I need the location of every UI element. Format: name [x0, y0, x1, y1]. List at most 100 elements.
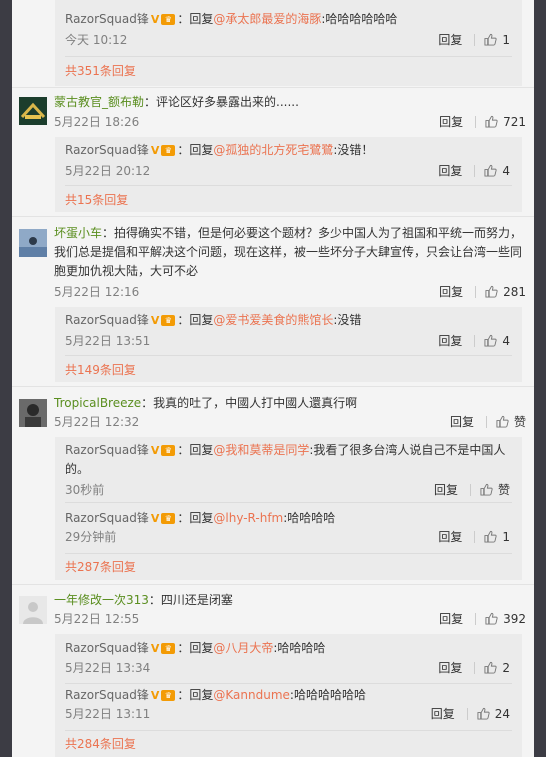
comment-meta: 5月22日 18:26 回复 721	[54, 113, 526, 131]
like-count: 1	[502, 32, 510, 47]
reply-button[interactable]: 回复	[439, 113, 463, 130]
member-badge-icon: ♛	[161, 315, 176, 326]
like-count: 721	[503, 114, 526, 129]
divider	[65, 56, 512, 57]
timestamp: 5月22日 13:11	[65, 707, 151, 721]
like-button[interactable]: 1	[484, 530, 510, 544]
like-button[interactable]: 721	[485, 115, 526, 129]
comment-username[interactable]: TropicalBreeze	[54, 396, 141, 410]
verified-badge-icon: V	[150, 689, 160, 702]
like-count: 2	[502, 660, 510, 675]
like-button[interactable]: 24	[477, 707, 510, 721]
reply-username[interactable]: RazorSquad锋	[65, 641, 149, 655]
like-count: 1	[502, 529, 510, 544]
comment-text: TropicalBreeze：我真的吐了，中國人打中國人還真行啊	[54, 396, 358, 410]
more-replies-link[interactable]: 共149条回复	[65, 361, 136, 378]
timestamp: 今天 10:12	[65, 33, 128, 47]
timestamp: 5月22日 12:55	[54, 612, 140, 626]
like-button[interactable]: 392	[485, 612, 526, 626]
mention-link[interactable]: @lhy-R-hfm	[213, 511, 283, 525]
comment-username[interactable]: 蒙古教官_额布勒	[54, 95, 144, 109]
reply-username[interactable]: RazorSquad锋	[65, 313, 149, 327]
comment-text: 蒙古教官_额布勒：评论区好多暴露出来的......	[54, 95, 299, 109]
reply-username[interactable]: RazorSquad锋	[65, 443, 149, 457]
more-replies-link[interactable]: 共15条回复	[65, 191, 128, 208]
comment-username[interactable]: 坏蛋小车	[54, 226, 102, 240]
like-button[interactable]: 2	[484, 661, 510, 675]
divider	[65, 683, 512, 684]
divider	[65, 185, 512, 186]
reply-button[interactable]: 回复	[431, 705, 455, 722]
like-button[interactable]: 赞	[496, 413, 526, 430]
divider	[475, 115, 477, 128]
reply-block: RazorSquad锋 V ♛ ：回复@孤独的北方死宅鷺鷺:没错！ 5月22日 20:…	[55, 137, 522, 212]
thumbs-up-icon	[484, 334, 497, 347]
reply-username[interactable]: RazorSquad锋	[65, 688, 149, 702]
avatar[interactable]	[19, 229, 47, 257]
divider	[485, 415, 487, 428]
thumbs-up-icon	[477, 707, 490, 720]
like-button[interactable]: 4	[484, 334, 510, 348]
timestamp: 5月22日 12:32	[54, 415, 140, 429]
timestamp: 5月22日 13:51	[65, 334, 151, 348]
mention-link[interactable]: @承太郎最爱的海豚	[213, 12, 321, 26]
like-button[interactable]: 1	[484, 33, 510, 47]
thumbs-up-icon	[485, 115, 498, 128]
timestamp: 5月22日 18:26	[54, 115, 140, 129]
reply-button[interactable]: 回复	[439, 610, 463, 627]
verified-badge-icon: V	[150, 144, 160, 157]
like-button[interactable]: 赞	[480, 481, 510, 498]
reply-button[interactable]: 回复	[438, 659, 462, 676]
like-count: 4	[502, 163, 510, 178]
verified-badge-icon: V	[150, 13, 160, 26]
divider	[474, 530, 476, 543]
verified-badge-icon: V	[150, 512, 160, 525]
verified-badge-icon: V	[150, 444, 160, 457]
more-replies-link[interactable]: 共284条回复	[65, 735, 136, 752]
member-badge-icon: ♛	[161, 445, 176, 456]
reply-button[interactable]: 回复	[450, 413, 474, 430]
avatar[interactable]	[19, 97, 47, 125]
like-button[interactable]: 281	[485, 285, 526, 299]
mention-link[interactable]: @孤独的北方死宅鷺鷺	[213, 143, 333, 157]
divider	[474, 33, 476, 46]
mention-link[interactable]: @我和莫蒂是同学	[213, 443, 309, 457]
like-count: 392	[503, 611, 526, 626]
reply-button[interactable]: 回复	[438, 31, 462, 48]
like-count: 赞	[513, 415, 526, 429]
reply-button[interactable]: 回复	[434, 481, 458, 498]
reply-item: RazorSquad锋 V ♛ ：回复@爱书爱美食的熊馆长:没错 5月22日 13:5…	[65, 313, 510, 349]
divider	[469, 483, 471, 496]
separator	[12, 386, 534, 387]
member-badge-icon: ♛	[161, 513, 176, 524]
reply-item: RazorSquad锋 V ♛ ：回复@八月大帝:哈哈哈哈 5月22日 13:34 回…	[65, 641, 510, 676]
more-replies-link[interactable]: 共351条回复	[65, 62, 136, 79]
reply-button[interactable]: 回复	[439, 283, 463, 300]
reply-item: RazorSquad锋 V ♛ ：回复@lhy-R-hfm:哈哈哈哈 29分钟前 回复…	[65, 511, 510, 545]
reply-item: RazorSquad锋 V ♛ ：回复@承太郎最爱的海豚:哈哈哈哈哈哈 今天 10:1…	[65, 12, 510, 48]
divider	[475, 285, 477, 298]
reply-button[interactable]: 回复	[438, 528, 462, 545]
timestamp: 5月22日 13:34	[65, 661, 151, 675]
reply-button[interactable]: 回复	[438, 162, 462, 179]
more-replies-link[interactable]: 共287条回复	[65, 558, 136, 575]
reply-button[interactable]: 回复	[438, 332, 462, 349]
reply-item: RazorSquad锋 V ♛ ：回复@我和莫蒂是同学:我看了很多台湾人说自己不是中国…	[65, 443, 510, 498]
comment-username[interactable]: 一年修改一次313	[54, 593, 149, 607]
timestamp: 30秒前	[65, 483, 105, 497]
like-count: 赞	[497, 483, 510, 497]
divider	[475, 612, 477, 625]
mention-link[interactable]: @Kanndume	[213, 688, 290, 702]
reply-username[interactable]: RazorSquad锋	[65, 12, 149, 26]
avatar[interactable]	[19, 399, 47, 427]
mention-link[interactable]: @爱书爱美食的熊馆长	[213, 313, 333, 327]
comment-meta: 5月22日 12:16 回复 281	[54, 283, 526, 301]
reply-item: RazorSquad锋 V ♛ ：回复@Kanndume:哈哈哈哈哈哈 5月22日 1…	[65, 688, 510, 722]
member-badge-icon: ♛	[161, 14, 176, 25]
mention-link[interactable]: @八月大帝	[213, 641, 273, 655]
reply-username[interactable]: RazorSquad锋	[65, 143, 149, 157]
like-button[interactable]: 4	[484, 164, 510, 178]
avatar[interactable]	[19, 596, 47, 624]
member-badge-icon: ♛	[161, 145, 176, 156]
reply-username[interactable]: RazorSquad锋	[65, 511, 149, 525]
